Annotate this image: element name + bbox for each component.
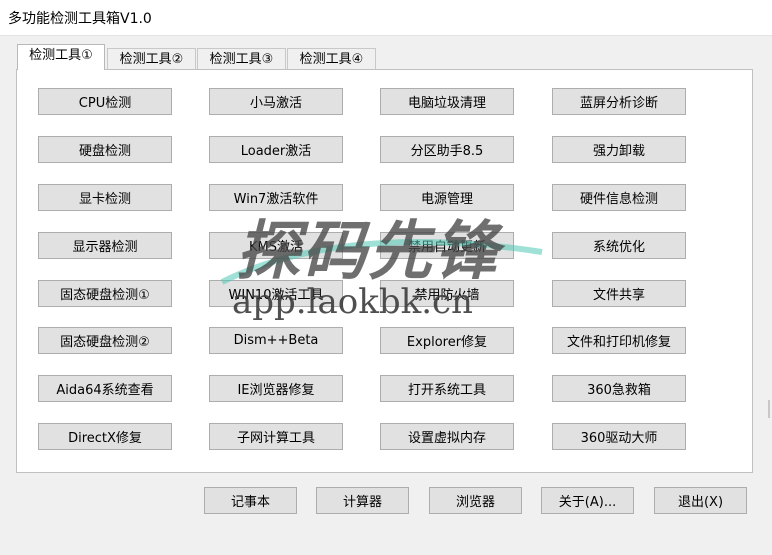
disable-firewall-button[interactable]: 禁用防火墙 [380, 280, 514, 307]
browser-button[interactable]: 浏览器 [429, 487, 522, 514]
win10-activate-button[interactable]: WIN10激活工具 [209, 280, 343, 307]
hardware-info-button[interactable]: 硬件信息检测 [552, 184, 686, 211]
power-management-button[interactable]: 电源管理 [380, 184, 514, 211]
xiaoma-activate-button[interactable]: 小马激活 [209, 88, 343, 115]
calculator-button[interactable]: 计算器 [316, 487, 409, 514]
open-system-tools-button[interactable]: 打开系统工具 [380, 375, 514, 402]
title-bar: 多功能检测工具箱V1.0 [0, 0, 772, 36]
bluescreen-analysis-button[interactable]: 蓝屏分析诊断 [552, 88, 686, 115]
ssd-check-2-button[interactable]: 固态硬盘检测② [38, 327, 172, 354]
win7-activate-button[interactable]: Win7激活软件 [209, 184, 343, 211]
ie-repair-button[interactable]: IE浏览器修复 [209, 375, 343, 402]
partition-assistant-button[interactable]: 分区助手8.5 [380, 136, 514, 163]
disable-auto-update-button[interactable]: 禁用自动更新 [380, 232, 514, 259]
dism-beta-button[interactable]: Dism++Beta [209, 327, 343, 354]
gpu-check-button[interactable]: 显卡检测 [38, 184, 172, 211]
loader-activate-button[interactable]: Loader激活 [209, 136, 343, 163]
tab-detection-tools-1[interactable]: 检测工具① [17, 44, 105, 70]
system-optimize-button[interactable]: 系统优化 [552, 232, 686, 259]
notepad-button[interactable]: 记事本 [204, 487, 297, 514]
force-uninstall-button[interactable]: 强力卸载 [552, 136, 686, 163]
aida64-button[interactable]: Aida64系统查看 [38, 375, 172, 402]
360-driver-master-button[interactable]: 360驱动大师 [552, 423, 686, 450]
file-share-button[interactable]: 文件共享 [552, 280, 686, 307]
cpu-check-button[interactable]: CPU检测 [38, 88, 172, 115]
tab-panel [16, 69, 753, 473]
tab-detection-tools-3[interactable]: 检测工具③ [197, 48, 286, 70]
window-title: 多功能检测工具箱V1.0 [8, 11, 152, 27]
disk-check-button[interactable]: 硬盘检测 [38, 136, 172, 163]
kms-activate-button[interactable]: KMS激活 [209, 232, 343, 259]
tab-detection-tools-4[interactable]: 检测工具④ [287, 48, 376, 70]
tab-detection-tools-2[interactable]: 检测工具② [107, 48, 196, 70]
ssd-check-1-button[interactable]: 固态硬盘检测① [38, 280, 172, 307]
window-edge-marker [768, 400, 770, 418]
virtual-memory-button[interactable]: 设置虚拟内存 [380, 423, 514, 450]
subnet-calculator-button[interactable]: 子网计算工具 [209, 423, 343, 450]
360-rescue-box-button[interactable]: 360急救箱 [552, 375, 686, 402]
explorer-repair-button[interactable]: Explorer修复 [380, 327, 514, 354]
directx-repair-button[interactable]: DirectX修复 [38, 423, 172, 450]
monitor-check-button[interactable]: 显示器检测 [38, 232, 172, 259]
exit-button[interactable]: 退出(X) [654, 487, 747, 514]
file-printer-repair-button[interactable]: 文件和打印机修复 [552, 327, 686, 354]
about-button[interactable]: 关于(A)... [541, 487, 634, 514]
junk-cleanup-button[interactable]: 电脑垃圾清理 [380, 88, 514, 115]
